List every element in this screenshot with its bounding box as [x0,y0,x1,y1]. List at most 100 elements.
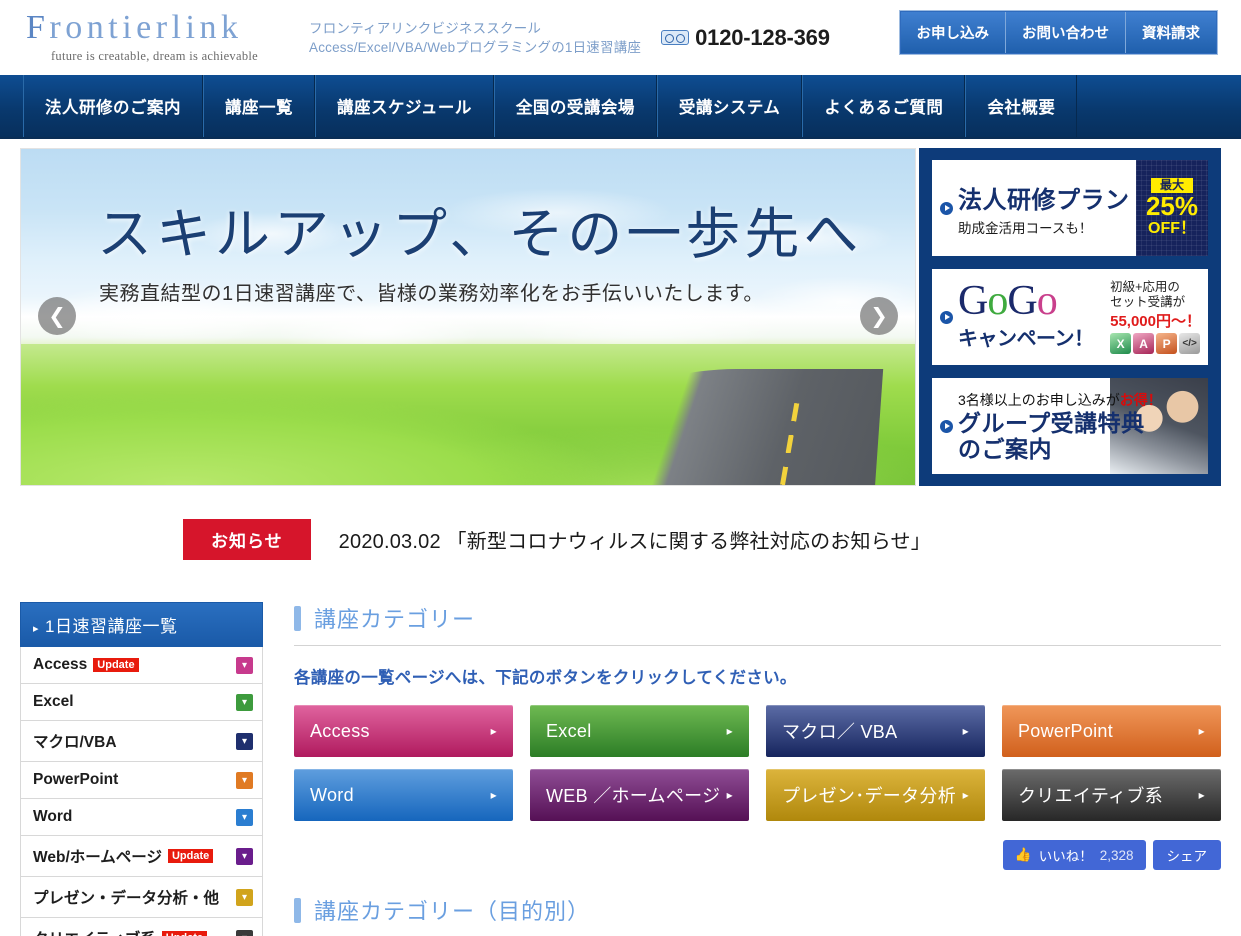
sidebar-item-creative[interactable]: クリエイティブ系 Update ▾ [20,918,263,936]
category-button-creative[interactable]: クリエイティブ系 ▸ [1002,769,1221,821]
hero-area: スキルアップ、その一歩先へ 実務直結型の1日速習講座で、皆様の業務効率化をお手伝… [20,148,1221,486]
hero-slider[interactable]: スキルアップ、その一歩先へ 実務直結型の1日速習講座で、皆様の業務効率化をお手伝… [20,148,916,486]
banner2-right: 初級+応用の セット受講が 55,000円〜！ X A P </> [1110,280,1208,354]
nav-item-course-list[interactable]: 講座一覧 [203,75,315,137]
facebook-like-count: 2,328 [1099,847,1134,863]
site-header: Frontierlink future is creatable, dream … [0,0,1241,75]
sidebar-item-label: Excel [33,693,74,710]
banner3-top-accent: お得！ [1119,392,1162,408]
sidebar-item-macro-vba[interactable]: マクロ/VBA ▾ [20,721,263,762]
category-button-grid: Access ▸ Excel ▸ マクロ／ VBA ▸ PowerPoint ▸ Wor… [294,705,1221,821]
hero-subtitle: 実務直結型の1日速習講座で、皆様の業務効率化をお手伝いいたします。 [99,283,764,305]
free-dial-icon [661,30,690,45]
powerpoint-icon: P [1156,333,1178,354]
category-button-label: PowerPoint [1018,720,1114,741]
banner2-line1: 初級+応用の [1110,280,1180,294]
chevron-down-icon[interactable]: ▾ [236,888,253,906]
access-icon: A [1133,333,1155,354]
category-button-access[interactable]: Access ▸ [294,705,513,757]
chevron-down-icon[interactable]: ▾ [236,693,253,711]
chevron-down-icon[interactable]: ▾ [236,847,253,865]
arrow-right-icon: ▸ [726,724,733,738]
main-content: 講座カテゴリー 各講座の一覧ページへは、下記のボタンをクリックしてください。 A… [294,602,1221,936]
sidebar-item-label: Web/ホームページ [33,849,162,866]
sidebar: ▸ 1日速習講座一覧 Access Update ▾ Excel ▾ マクロ/VB… [20,602,263,936]
banner-corporate-training[interactable]: 法人研修プラン 助成金活用コースも！ 最大 25% OFF！ [930,158,1210,258]
promo-banner-column: 法人研修プラン 助成金活用コースも！ 最大 25% OFF！ GoGo キャンペ… [919,148,1221,486]
thumbs-up-icon: 👍 [1014,847,1032,862]
nav-item-corporate-training[interactable]: 法人研修のご案内 [23,75,203,137]
logo-wordmark: Frontierlink [22,11,287,45]
sidebar-item-web-homepage[interactable]: Web/ホームページ Update ▾ [20,836,263,877]
nav-item-company[interactable]: 会社概要 [965,75,1078,137]
nav-item-system[interactable]: 受講システム [656,75,803,137]
gogo-o1: o [987,278,1008,325]
facebook-like-label: いいね！ [1038,849,1093,864]
contact-button[interactable]: お問い合わせ [1006,12,1126,53]
logo-rest: rontierlink [49,9,243,46]
page-title: 講座カテゴリー [314,607,476,632]
category-button-web-homepage[interactable]: WEB ／ホームページ ▸ [530,769,749,821]
notice-link[interactable]: 2020.03.02 「新型コロナウィルスに関する弊社対応のお知らせ」 [339,525,931,554]
logo-initial: F [26,9,50,46]
sidebar-item-excel[interactable]: Excel ▾ [20,684,263,721]
category-button-label: Excel [546,720,592,741]
gogo-g2: G [1007,278,1037,325]
chevron-down-icon[interactable]: ▾ [236,771,253,789]
notice-tag: お知らせ [183,519,311,560]
sidebar-item-label: PowerPoint [33,771,119,788]
category-button-powerpoint[interactable]: PowerPoint ▸ [1002,705,1221,757]
gogo-o2: o [1036,278,1058,325]
gogo-g1: G [958,278,988,325]
banner3-text: 3名様以上のお申し込みがお得！ グループ受講特典 のご案内 [958,390,1208,462]
chevron-left-icon[interactable]: ❮ [38,297,76,335]
notice-bar: お知らせ 2020.03.02 「新型コロナウィルスに関する弊社対応のお知らせ」 [0,519,1241,560]
section-accent-bar [294,897,301,923]
sidebar-item-label: クリエイティブ系 [33,927,156,936]
arrow-right-icon: ▸ [726,788,733,802]
chevron-right-icon[interactable]: ❯ [860,297,898,335]
header-button-group: お申し込み お問い合わせ 資料請求 [898,10,1218,55]
banner2-campaign-label: キャンペーン！ [958,327,1094,350]
apply-button[interactable]: お申し込み [900,12,1006,53]
chevron-down-icon[interactable]: ▾ [236,808,253,826]
nav-item-faq[interactable]: よくあるご質問 [802,75,966,137]
chevron-down-icon[interactable]: ▾ [236,929,253,936]
banner3-main-line2: のご案内 [958,436,1052,462]
header-description-line2: Access/Excel/VBA/Webプログラミングの1日速習講座 [309,39,642,55]
banner1-discount-badge: 最大 25% OFF！ [1136,160,1208,256]
sidebar-item-label: Access [33,656,88,673]
category-button-word[interactable]: Word ▸ [294,769,513,821]
sidebar-item-label: Word [33,808,73,825]
banner-group-discount[interactable]: 3名様以上のお申し込みがお得！ グループ受講特典 のご案内 [930,376,1210,476]
arrow-right-icon: ▸ [962,724,969,738]
banner1-subtitle: 助成金活用コースも！ [958,220,1093,236]
banner-gogo-campaign[interactable]: GoGo キャンペーン！ 初級+応用の セット受講が 55,000円〜！ X A… [930,267,1210,367]
badge-percent: 25% [1145,191,1199,222]
sidebar-item-presentation-data[interactable]: プレゼン・データ分析・他 ▾ [20,877,263,918]
logo-tagline: future is creatable, dream is achievable [50,49,259,63]
brochure-request-button[interactable]: 資料請求 [1126,12,1216,53]
category-button-presentation-data[interactable]: プレゼン･データ分析 ▸ [766,769,985,821]
category-button-macro-vba[interactable]: マクロ／ VBA ▸ [766,705,985,757]
phone-number: 0120-128-369 [695,24,830,50]
nav-item-venues[interactable]: 全国の受講会場 [493,75,657,137]
facebook-like-button[interactable]: 👍 いいね！ 2,328 [1002,840,1146,870]
sidebar-item-word[interactable]: Word ▾ [20,799,263,836]
banner1-text: 法人研修プラン 助成金活用コースも！ [958,180,1136,237]
facebook-share-button[interactable]: シェア [1152,840,1221,870]
sidebar-item-access[interactable]: Access Update ▾ [20,647,263,684]
update-badge: Update [161,931,208,936]
nav-item-course-schedule[interactable]: 講座スケジュール [315,75,494,137]
sidebar-item-label: プレゼン・データ分析・他 [33,890,220,907]
chevron-down-icon[interactable]: ▾ [236,656,253,674]
header-description-line1: フロンティアリンクビジネススクール [309,20,542,36]
sidebar-item-powerpoint[interactable]: PowerPoint ▾ [20,762,263,799]
code-icon: </> [1179,333,1201,354]
phone-block: 0120-128-369 [661,25,830,51]
sidebar-heading[interactable]: ▸ 1日速習講座一覧 [20,602,263,647]
chevron-down-icon[interactable]: ▾ [236,732,253,750]
section-header-course-category: 講座カテゴリー [294,602,1221,646]
site-logo[interactable]: Frontierlink future is creatable, dream … [22,11,287,64]
category-button-excel[interactable]: Excel ▸ [530,705,749,757]
